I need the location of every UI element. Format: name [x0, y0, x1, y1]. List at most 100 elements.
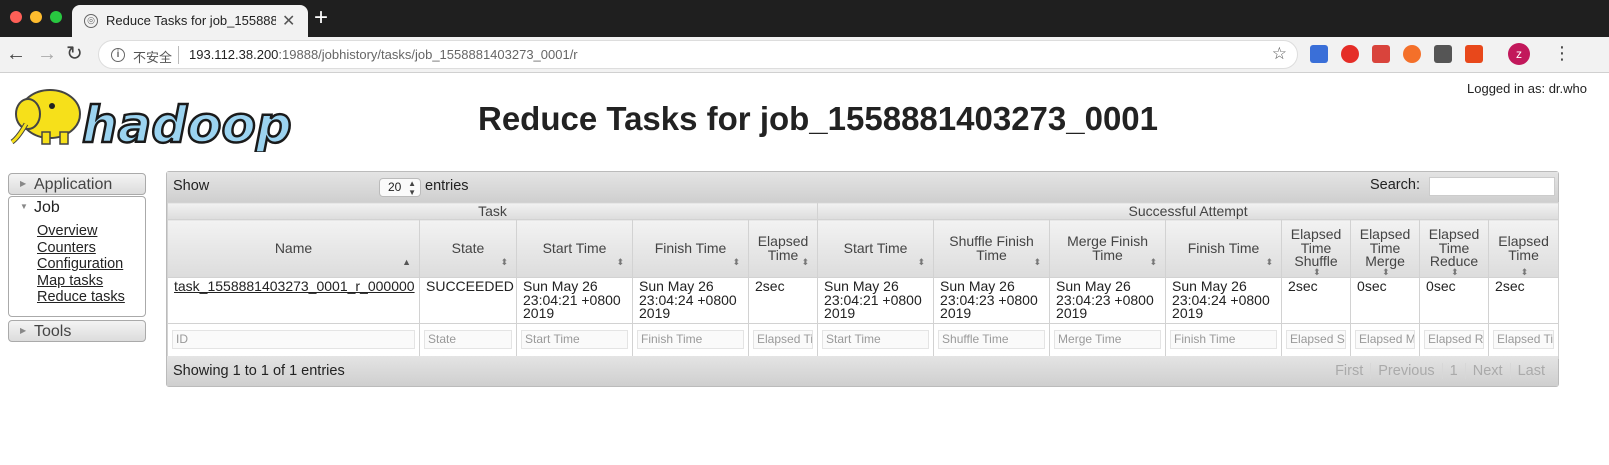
filter-attempt-start-input[interactable]: Start Time: [822, 329, 930, 349]
browser-menu-icon[interactable]: ⋮: [1553, 41, 1571, 65]
filter-start-input[interactable]: Start Time: [521, 329, 628, 349]
col-shuffle-finish-header[interactable]: Shuffle Finish Time ⬍: [933, 219, 1051, 278]
col-attempt-finish-header[interactable]: Finish Time ⬍: [1165, 219, 1283, 278]
globe-icon: ◎: [84, 14, 98, 28]
last-page-button[interactable]: Last: [1511, 363, 1552, 379]
attempt-finish-cell: Sun May 26 23:04:24 +0800 2019: [1165, 277, 1283, 324]
tab-title: Reduce Tasks for job_1558881403273_0001: [106, 13, 276, 28]
filter-attempt-finish-input[interactable]: Finish Time: [1170, 329, 1278, 349]
nav-link-map-tasks[interactable]: Map tasks: [37, 273, 125, 290]
col-state-header[interactable]: State ⬍: [419, 219, 517, 278]
maximize-window-button[interactable]: [50, 11, 62, 23]
col-merge-finish-header[interactable]: Merge Finish Time ⬍: [1049, 219, 1167, 278]
task-link[interactable]: task_1558881403273_0001_r_000000: [174, 278, 415, 294]
filter-finish-input[interactable]: Finish Time: [637, 329, 744, 349]
reload-icon[interactable]: ↻: [66, 42, 83, 66]
filter-elapsed-total-input[interactable]: Elapsed Tir: [1493, 329, 1555, 349]
filter-cell: Elapsed Sh: [1281, 322, 1352, 359]
nav-link-configuration[interactable]: Configuration: [37, 256, 125, 273]
triangle-right-icon: ▶: [20, 326, 27, 335]
sort-both-icon: ⬍: [616, 257, 624, 267]
col-elapsed-total-header[interactable]: Elapsed Time ⬍: [1488, 219, 1560, 278]
col-attempt-start-header[interactable]: Start Time ⬍: [817, 219, 935, 278]
col-elapsed-header[interactable]: Elapsed Time ⬍: [747, 219, 819, 278]
close-tab-icon[interactable]: ✕: [282, 11, 295, 31]
search-input[interactable]: [1429, 177, 1555, 196]
filter-state-input[interactable]: State: [424, 329, 512, 349]
clip-extension-icon[interactable]: [1434, 45, 1452, 63]
back-arrow-icon[interactable]: ←: [6, 42, 26, 66]
task-state-cell: SUCCEEDED: [419, 277, 517, 324]
attempt-start-cell: Sun May 26 23:04:21 +0800 2019: [817, 277, 935, 324]
url-path: :19888/jobhistory/tasks/job_155888140327…: [278, 47, 578, 62]
filter-id-input[interactable]: ID: [172, 329, 415, 349]
filter-elapsed-merge-input[interactable]: Elapsed Me: [1355, 329, 1416, 349]
url-text[interactable]: 193.112.38.200:19888/jobhistory/tasks/jo…: [189, 47, 578, 62]
filter-cell: Finish Time: [1165, 322, 1283, 359]
col-finish-header[interactable]: Finish Time ⬍: [632, 219, 749, 278]
filter-elapsed-input[interactable]: Elapsed Tir: [753, 329, 814, 349]
task-name-cell: task_1558881403273_0001_r_000000: [167, 277, 420, 324]
browser-tab[interactable]: ◎ Reduce Tasks for job_1558881403273_000…: [72, 5, 308, 37]
filter-elapsed-reduce-input[interactable]: Elapsed Re: [1424, 329, 1485, 349]
col-elapsed-shuffle-header[interactable]: Elapsed Time Shuffle ⬍: [1281, 219, 1352, 278]
new-tab-icon[interactable]: +: [314, 4, 328, 32]
page-size-select[interactable]: 20 ▲ ▼: [379, 178, 421, 197]
merge-finish-cell: Sun May 26 23:04:23 +0800 2019: [1049, 277, 1167, 324]
col-state-label: State: [451, 239, 485, 256]
insecure-label[interactable]: 不安全: [133, 47, 172, 66]
profile-avatar[interactable]: z: [1508, 43, 1530, 65]
col-name-header[interactable]: Name ▲: [167, 219, 420, 278]
filter-merge-input[interactable]: Merge Time: [1054, 329, 1162, 349]
logged-in-label: Logged in as: dr.who: [1467, 81, 1587, 96]
sort-both-icon: ⬍: [1520, 267, 1529, 277]
nav-application-header[interactable]: ▶ Application: [9, 174, 145, 196]
filter-cell: Elapsed Re: [1419, 322, 1490, 359]
nav-tools-header[interactable]: ▶ Tools: [9, 321, 145, 343]
nav-job-label: Job: [34, 199, 60, 216]
filter-cell: Shuffle Time: [933, 322, 1051, 359]
filter-shuffle-input[interactable]: Shuffle Time: [938, 329, 1046, 349]
browser-tab-bar: ◎ Reduce Tasks for job_1558881403273_000…: [0, 0, 1609, 37]
url-host: 193.112.38.200: [189, 47, 279, 62]
first-page-button[interactable]: First: [1328, 363, 1372, 379]
nav-link-overview[interactable]: Overview: [37, 223, 125, 240]
url-divider: [178, 46, 179, 64]
sort-both-icon: ⬍: [1451, 267, 1459, 277]
forward-arrow-icon[interactable]: →: [37, 42, 57, 66]
minimize-window-button[interactable]: [30, 11, 42, 23]
sort-both-icon: ⬍: [801, 257, 810, 267]
info-icon[interactable]: i: [111, 48, 125, 62]
filter-elapsed-shuffle-input[interactable]: Elapsed Sh: [1286, 329, 1347, 349]
feed-extension-icon[interactable]: [1403, 45, 1421, 63]
next-page-button[interactable]: Next: [1466, 363, 1511, 379]
page-size-value: 20: [388, 180, 402, 194]
table-toolbar: Show 20 ▲ ▼ entries Search:: [167, 172, 1558, 202]
office-extension-icon[interactable]: [1465, 45, 1483, 63]
col-start-header[interactable]: Start Time ⬍: [516, 219, 633, 278]
close-window-button[interactable]: [10, 11, 22, 23]
sort-both-icon: ⬍: [1265, 257, 1274, 267]
page-1-button[interactable]: 1: [1443, 363, 1466, 379]
nav-job-header[interactable]: ▼ Job: [9, 197, 145, 219]
nav-tools[interactable]: ▶ Tools: [8, 320, 146, 342]
bookmark-star-icon[interactable]: ☆: [1272, 44, 1287, 64]
nav-link-counters[interactable]: Counters: [37, 240, 125, 257]
col-elapsed-reduce-header[interactable]: Elapsed Time Reduce ⬍: [1419, 219, 1490, 278]
reader-extension-icon[interactable]: [1372, 45, 1390, 63]
address-bar[interactable]: i 不安全 193.112.38.200:19888/jobhistory/ta…: [98, 40, 1298, 69]
sort-both-icon: ⬍: [917, 257, 926, 267]
col-elapsed-merge-header[interactable]: Elapsed Time Merge ⬍: [1350, 219, 1421, 278]
translate-extension-icon[interactable]: [1310, 45, 1328, 63]
col-attempt-finish-label: Finish Time: [1187, 239, 1260, 256]
entries-label: entries: [425, 178, 469, 194]
table-info: Showing 1 to 1 of 1 entries: [173, 363, 345, 379]
adblock-extension-icon[interactable]: [1341, 45, 1359, 63]
triangle-down-icon: ▼: [20, 202, 28, 211]
elapsed-shuffle-cell: 2sec: [1281, 277, 1352, 324]
nav-application[interactable]: ▶ Application: [8, 173, 146, 195]
table-row: task_1558881403273_0001_r_000000 SUCCEED…: [167, 277, 1560, 324]
nav-link-reduce-tasks[interactable]: Reduce tasks: [37, 289, 125, 306]
previous-page-button[interactable]: Previous: [1371, 363, 1443, 379]
nav-job: ▼ Job Overview Counters Configuration Ma…: [8, 196, 146, 317]
